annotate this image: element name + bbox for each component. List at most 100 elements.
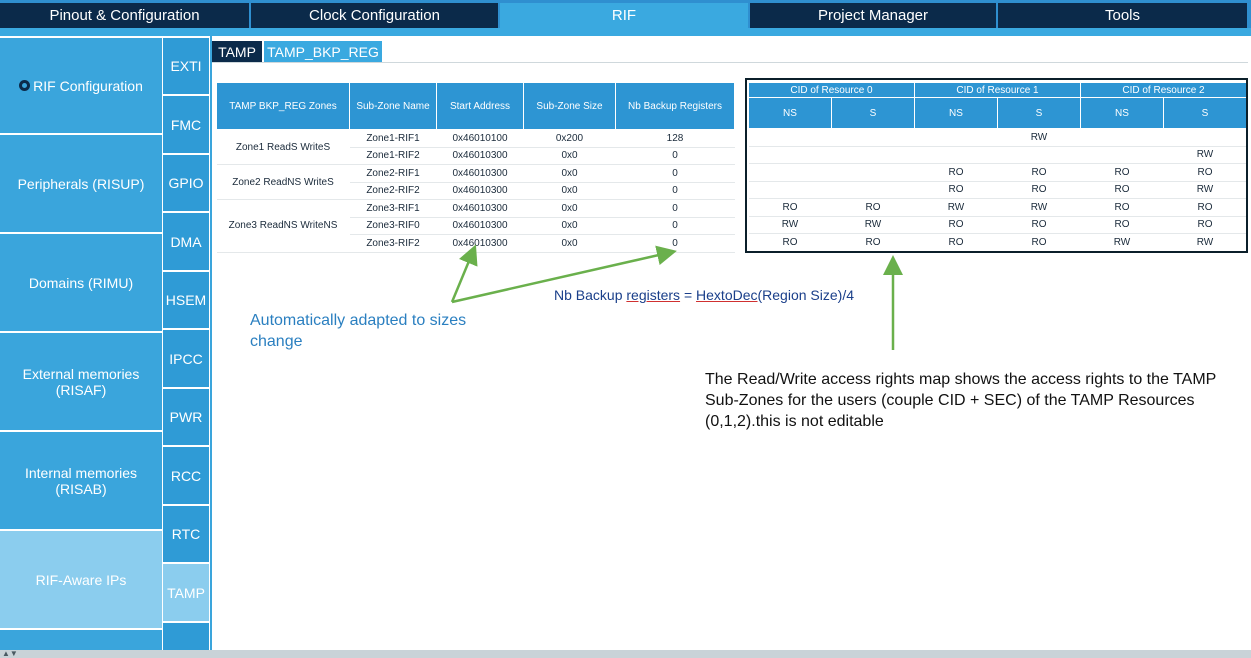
tab-tools[interactable]: Tools bbox=[998, 3, 1247, 28]
access-cell: RO bbox=[997, 216, 1081, 234]
access-cell: RO bbox=[748, 233, 832, 252]
table-row: RO RO RO RO bbox=[748, 163, 1247, 182]
table-row: Zone3 ReadNS WriteNS Zone3-RIF1 0x460103… bbox=[216, 199, 735, 253]
formula-part: (Region Size)/4 bbox=[757, 287, 855, 303]
sidebar-item-external-memories[interactable]: External memories (RISAF) bbox=[0, 333, 162, 430]
column-header: Start Address bbox=[436, 82, 524, 130]
access-cell bbox=[748, 163, 832, 182]
table-cell: Zone3-RIF2 bbox=[349, 234, 437, 253]
sidebar-item-rif-aware-ips[interactable]: RIF-Aware IPs bbox=[0, 531, 162, 628]
access-cell: RO bbox=[748, 198, 832, 217]
sidebar-item-internal-memories[interactable]: Internal memories (RISAB) bbox=[0, 432, 162, 529]
access-cell: RO bbox=[1080, 163, 1164, 182]
subtab-tamp-bkp-reg[interactable]: TAMP_BKP_REG bbox=[264, 41, 382, 62]
access-cell bbox=[748, 128, 832, 147]
peripheral-filler bbox=[163, 623, 209, 650]
access-cell: RO bbox=[914, 216, 998, 234]
table-cell: 0x46010300 bbox=[436, 164, 524, 183]
table-cell: 0 bbox=[615, 147, 735, 165]
sidebar-item-peripherals[interactable]: Peripherals (RISUP) bbox=[0, 135, 162, 232]
access-cell: RW bbox=[748, 216, 832, 234]
zone-cell: Zone1 ReadS WriteS bbox=[216, 129, 350, 165]
table-cell: 0x46010100 bbox=[436, 129, 524, 148]
sidebar-item-domains[interactable]: Domains (RIMU) bbox=[0, 234, 162, 331]
table-row: Zone2 ReadNS WriteS Zone2-RIF1 0x4601030… bbox=[216, 164, 735, 200]
peripheral-item-gpio[interactable]: GPIO bbox=[163, 155, 209, 211]
table-cell: 0x46010300 bbox=[436, 217, 524, 235]
tab-clock-configuration[interactable]: Clock Configuration bbox=[251, 3, 498, 28]
sidebar-item-rif-configuration[interactable]: RIF Configuration bbox=[0, 38, 162, 133]
peripheral-item-dma[interactable]: DMA bbox=[163, 213, 209, 270]
bottom-scrollbar[interactable] bbox=[0, 650, 1251, 658]
access-cell: RO bbox=[1080, 216, 1164, 234]
cid-sub-header: NS bbox=[914, 97, 998, 129]
access-cell: RO bbox=[831, 198, 915, 217]
access-cell bbox=[1080, 146, 1164, 164]
table-cell: 0x46010300 bbox=[436, 234, 524, 253]
cid-sub-header: NS bbox=[1080, 97, 1164, 129]
table-cell: Zone1-RIF2 bbox=[349, 147, 437, 165]
nav-accent-strip bbox=[0, 28, 1251, 36]
access-cell: RO bbox=[1163, 216, 1247, 234]
access-cell bbox=[831, 163, 915, 182]
peripheral-list: EXTI FMC GPIO DMA HSEM IPCC PWR RCC RTC … bbox=[162, 36, 210, 650]
formula-part: = bbox=[680, 287, 697, 303]
table-cell: Zone1-RIF1 bbox=[349, 129, 437, 148]
tab-project-manager[interactable]: Project Manager bbox=[750, 3, 996, 28]
peripheral-item-hsem[interactable]: HSEM bbox=[163, 272, 209, 328]
peripheral-item-exti[interactable]: EXTI bbox=[163, 38, 209, 94]
table-cell: 0x46010300 bbox=[436, 147, 524, 165]
sidebar: RIF Configuration Peripherals (RISUP) Do… bbox=[0, 36, 162, 650]
access-cell bbox=[831, 146, 915, 164]
access-cell: RW bbox=[914, 198, 998, 217]
peripheral-item-ipcc[interactable]: IPCC bbox=[163, 330, 209, 387]
peripheral-item-fmc[interactable]: FMC bbox=[163, 96, 209, 153]
table-cell: 0x0 bbox=[523, 234, 616, 253]
access-cell: RO bbox=[997, 233, 1081, 252]
peripheral-item-rtc[interactable]: RTC bbox=[163, 506, 209, 562]
sidebar-item-label: External memories (RISAF) bbox=[22, 365, 140, 398]
peripheral-item-tamp[interactable]: TAMP bbox=[163, 564, 209, 621]
annotation-auto-adapt: Automatically adapted to sizes change bbox=[250, 312, 467, 350]
access-cell bbox=[1080, 128, 1164, 147]
annotation-formula: Nb Backup registers = HextoDec(Region Si… bbox=[554, 287, 854, 303]
tab-pinout-configuration[interactable]: Pinout & Configuration bbox=[0, 3, 249, 28]
access-cell bbox=[831, 128, 915, 147]
top-navigation: Pinout & Configuration Clock Configurati… bbox=[0, 0, 1251, 36]
access-cell bbox=[831, 181, 915, 199]
table-row: RO RO RO RO RW RW bbox=[748, 233, 1247, 252]
peripheral-item-rcc[interactable]: RCC bbox=[163, 447, 209, 504]
access-cell: RO bbox=[997, 181, 1081, 199]
access-cell: RO bbox=[831, 233, 915, 252]
table-cell: 0x0 bbox=[523, 199, 616, 218]
table-cell: 0 bbox=[615, 182, 735, 200]
gear-icon bbox=[19, 80, 31, 91]
peripheral-item-pwr[interactable]: PWR bbox=[163, 389, 209, 445]
access-cell: RO bbox=[997, 163, 1081, 182]
access-cell: RW bbox=[997, 128, 1081, 147]
column-header: Sub-Zone Name bbox=[349, 82, 437, 130]
sidebar-item-label: RIF-Aware IPs bbox=[35, 571, 127, 588]
formula-part: HextoDec bbox=[696, 287, 758, 303]
collapse-arrows-icon[interactable]: ▲▼ bbox=[2, 650, 22, 658]
access-cell bbox=[997, 146, 1081, 164]
cid-group-header: CID of Resource 0 bbox=[748, 82, 915, 98]
table-cell: 0 bbox=[615, 217, 735, 235]
cid-group-header: CID of Resource 2 bbox=[1080, 82, 1247, 98]
access-cell: RW bbox=[1163, 146, 1247, 164]
access-cell: RW bbox=[997, 198, 1081, 217]
access-cell: RO bbox=[914, 163, 998, 182]
table-row: RO RO RW RW RO RO bbox=[748, 198, 1247, 217]
zone-cell: Zone3 ReadNS WriteNS bbox=[216, 199, 350, 253]
formula-part: Nb Backup bbox=[554, 287, 627, 303]
access-cell bbox=[748, 181, 832, 199]
access-cell bbox=[748, 146, 832, 164]
access-cell: RO bbox=[1163, 198, 1247, 217]
subtab-tamp[interactable]: TAMP bbox=[212, 41, 262, 62]
table-cell: 128 bbox=[615, 129, 735, 148]
formula-part: registers bbox=[626, 287, 681, 303]
table-row: RW RW RO RO RO RO bbox=[748, 216, 1247, 234]
tab-rif[interactable]: RIF bbox=[500, 3, 748, 28]
column-header: Sub-Zone Size bbox=[523, 82, 616, 130]
annotation-access-rights: The Read/Write access rights map shows t… bbox=[705, 371, 1217, 430]
